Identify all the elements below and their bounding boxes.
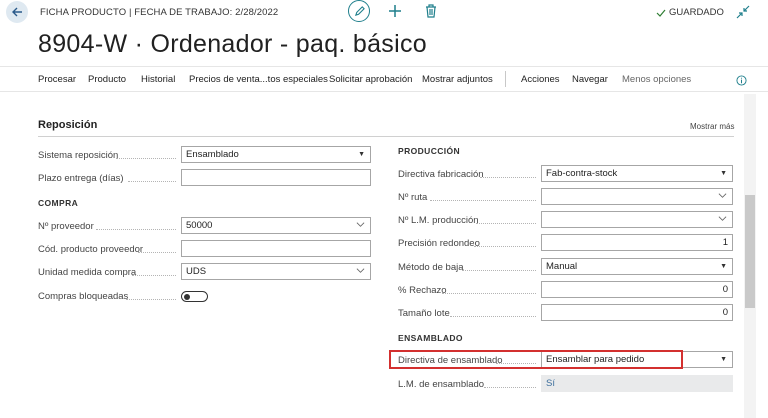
leader-dots bbox=[480, 177, 536, 178]
tamano-lote-input[interactable]: 0 bbox=[541, 304, 733, 321]
label-n-proveedor: Nº proveedor bbox=[38, 221, 94, 232]
collapse-button[interactable] bbox=[736, 5, 750, 19]
leader-dots bbox=[442, 293, 536, 294]
dropdown-arrow-icon: ▼ bbox=[720, 170, 727, 177]
label-n-lm-produccion: Nº L.M. producción bbox=[398, 215, 479, 226]
label-compras-bloqueadas: Compras bloqueadas bbox=[38, 291, 129, 302]
precision-redondeo-input[interactable]: 1 bbox=[541, 234, 733, 251]
leader-dots bbox=[430, 200, 536, 201]
directiva-fabricacion-value: Fab-contra-stock bbox=[546, 168, 618, 179]
label-plazo-entrega: Plazo entrega (días) bbox=[38, 173, 124, 184]
action-historial[interactable]: Historial bbox=[141, 74, 175, 85]
n-proveedor-lookup[interactable]: 50000 bbox=[181, 217, 371, 234]
action-mostrar-adjuntos[interactable]: Mostrar adjuntos bbox=[422, 74, 493, 85]
compras-bloqueadas-toggle[interactable] bbox=[181, 291, 208, 302]
metodo-baja-select[interactable]: Manual ▼ bbox=[541, 258, 733, 275]
cod-producto-proveedor-input[interactable] bbox=[181, 240, 371, 257]
breadcrumb: FICHA PRODUCTO | FECHA DE TRABAJO: 2/28/… bbox=[40, 7, 279, 18]
sistema-reposicion-value: Ensamblado bbox=[186, 149, 239, 160]
new-button[interactable] bbox=[387, 3, 403, 19]
label-lm-ensamblado: L.M. de ensamblado bbox=[398, 379, 485, 390]
lm-ensamblado-field[interactable]: Sí bbox=[541, 375, 733, 392]
info-button[interactable] bbox=[736, 73, 747, 86]
chevron-down-icon bbox=[356, 268, 365, 273]
leader-dots bbox=[474, 246, 536, 247]
section-title[interactable]: Reposición bbox=[38, 119, 97, 131]
plus-icon bbox=[389, 5, 401, 17]
action-navegar[interactable]: Navegar bbox=[572, 74, 608, 85]
label-tamano-lote: Tamaño lote bbox=[398, 308, 450, 319]
saved-status: GUARDADO bbox=[656, 7, 724, 18]
leader-dots bbox=[126, 299, 176, 300]
unidad-medida-compra-lookup[interactable]: UDS bbox=[181, 263, 371, 280]
chevron-down-icon bbox=[718, 193, 727, 198]
back-button[interactable] bbox=[6, 1, 28, 23]
lm-ensamblado-value: Sí bbox=[546, 378, 555, 389]
precision-redondeo-value: 1 bbox=[722, 237, 728, 248]
chevron-down-icon bbox=[356, 222, 365, 227]
delete-button[interactable] bbox=[424, 3, 438, 19]
action-solicitar-aprobacion[interactable]: Solicitar aprobación bbox=[329, 74, 412, 85]
label-sistema-reposicion: Sistema reposición bbox=[38, 150, 119, 161]
label-directiva-fabricacion: Directiva fabricación bbox=[398, 169, 484, 180]
dropdown-arrow-icon: ▼ bbox=[720, 263, 727, 270]
leader-dots bbox=[96, 229, 176, 230]
dropdown-arrow-icon: ▼ bbox=[720, 356, 727, 363]
trash-icon bbox=[426, 4, 436, 18]
action-acciones[interactable]: Acciones bbox=[521, 74, 560, 85]
dropdown-arrow-icon: ▼ bbox=[358, 151, 365, 158]
edit-button[interactable] bbox=[348, 0, 370, 22]
group-compra: COMPRA bbox=[38, 198, 79, 208]
chevron-down-icon bbox=[718, 216, 727, 221]
rechazo-value: 0 bbox=[722, 284, 728, 295]
metodo-baja-value: Manual bbox=[546, 261, 578, 272]
info-icon bbox=[736, 75, 747, 86]
pencil-icon bbox=[354, 5, 365, 16]
highlight-box bbox=[389, 350, 683, 369]
action-procesar[interactable]: Procesar bbox=[38, 74, 76, 85]
action-separator bbox=[505, 71, 506, 87]
page-title: 8904-W · Ordenador - paq. básico bbox=[38, 30, 427, 58]
action-menos-opciones[interactable]: Menos opciones bbox=[622, 74, 691, 85]
leader-dots bbox=[132, 275, 176, 276]
n-lm-produccion-lookup[interactable] bbox=[541, 211, 733, 228]
n-ruta-lookup[interactable] bbox=[541, 188, 733, 205]
label-n-ruta: Nº ruta bbox=[398, 192, 428, 203]
saved-label: GUARDADO bbox=[669, 7, 724, 18]
checkmark-icon bbox=[656, 9, 666, 17]
show-more-link[interactable]: Mostrar más bbox=[690, 122, 734, 131]
leader-dots bbox=[138, 252, 176, 253]
section-divider bbox=[38, 136, 734, 137]
group-ensamblado: ENSAMBLADO bbox=[398, 333, 463, 343]
rechazo-input[interactable]: 0 bbox=[541, 281, 733, 298]
label-cod-producto-proveedor: Cód. producto proveedor bbox=[38, 244, 144, 255]
tamano-lote-value: 0 bbox=[722, 307, 728, 318]
directiva-fabricacion-select[interactable]: Fab-contra-stock ▼ bbox=[541, 165, 733, 182]
plazo-entrega-input[interactable] bbox=[181, 169, 371, 186]
label-precision-redondeo: Precisión redondeo bbox=[398, 238, 480, 249]
leader-dots bbox=[484, 387, 536, 388]
group-produccion: PRODUCCIÓN bbox=[398, 146, 461, 156]
label-unidad-medida-compra: Unidad medida compra bbox=[38, 267, 137, 278]
label-rechazo: % Rechazo bbox=[398, 285, 447, 296]
leader-dots bbox=[116, 158, 176, 159]
leader-dots bbox=[450, 316, 536, 317]
unidad-medida-compra-value: UDS bbox=[186, 266, 207, 277]
leader-dots bbox=[128, 181, 176, 182]
label-metodo-baja: Método de baja bbox=[398, 262, 464, 273]
back-arrow-icon bbox=[12, 7, 22, 17]
n-proveedor-value: 50000 bbox=[186, 220, 213, 231]
sistema-reposicion-select[interactable]: Ensamblado ▼ bbox=[181, 146, 371, 163]
collapse-arrows-icon bbox=[736, 5, 750, 19]
toggle-knob bbox=[184, 293, 190, 300]
action-precios-venta[interactable]: Precios de venta...tos especiales bbox=[189, 74, 328, 85]
action-producto[interactable]: Producto bbox=[88, 74, 126, 85]
scrollbar-thumb[interactable] bbox=[745, 195, 755, 308]
leader-dots bbox=[462, 270, 536, 271]
leader-dots bbox=[476, 223, 536, 224]
